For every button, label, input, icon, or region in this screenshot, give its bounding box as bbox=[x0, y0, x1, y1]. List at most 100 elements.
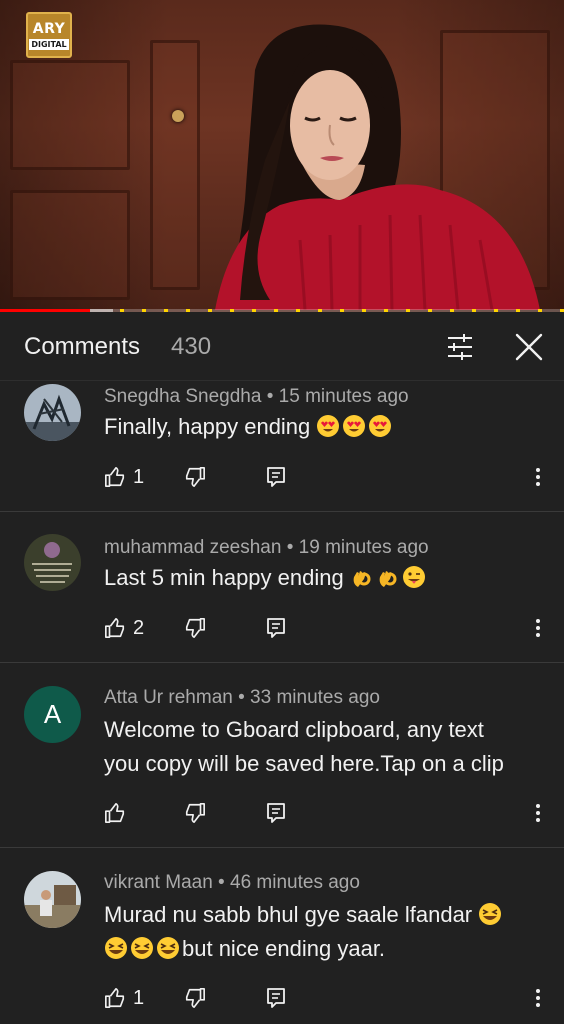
comment-more-button[interactable] bbox=[528, 983, 548, 1013]
dislike-button[interactable] bbox=[184, 983, 266, 1013]
like-count: 2 bbox=[133, 616, 145, 639]
ad-marker bbox=[494, 309, 498, 312]
ad-marker bbox=[428, 309, 432, 312]
comment-more-button[interactable] bbox=[528, 613, 548, 643]
tune-icon bbox=[448, 334, 472, 360]
separator-dot: • bbox=[212, 872, 230, 893]
comment-item: Snegdha Snegdha • 15 minutes ago Finally… bbox=[0, 382, 564, 512]
ok-hand-emoji-icon bbox=[353, 571, 371, 587]
thumb-down-icon bbox=[185, 618, 205, 638]
like-count: 1 bbox=[133, 465, 145, 488]
comment-item: A Atta Ur rehman • 33 minutes ago Welcom… bbox=[0, 663, 564, 848]
close-comments-button[interactable] bbox=[512, 330, 546, 364]
video-player[interactable]: ARY DIGITAL bbox=[0, 0, 564, 312]
comment-body-line: you copy will be saved here.Tap on a cli… bbox=[104, 751, 504, 776]
heart-eyes-emoji-icon bbox=[369, 415, 392, 437]
reply-icon bbox=[267, 467, 285, 487]
like-button[interactable]: 2 bbox=[104, 613, 184, 643]
like-button[interactable] bbox=[104, 798, 184, 828]
comment-time: 15 minutes ago bbox=[278, 386, 409, 407]
reply-button[interactable] bbox=[266, 613, 286, 643]
comment-text: Last 5 min happy ending bbox=[104, 561, 544, 595]
comment-author-line: vikrant Maan • 46 minutes ago bbox=[104, 872, 360, 894]
laughing-emoji-icon bbox=[105, 937, 127, 959]
ad-marker bbox=[362, 309, 366, 312]
thumb-up-icon bbox=[105, 803, 125, 823]
separator-dot: • bbox=[232, 687, 251, 708]
comment-time: 19 minutes ago bbox=[298, 537, 429, 558]
comment-body-line-2: but nice ending yaar. bbox=[104, 932, 544, 966]
ad-marker bbox=[164, 309, 168, 312]
avatar-photo bbox=[24, 384, 81, 441]
thumb-up-icon bbox=[105, 467, 125, 487]
reply-icon bbox=[267, 988, 285, 1008]
reply-icon bbox=[267, 803, 285, 823]
comment-body: Last 5 min happy ending bbox=[104, 565, 344, 590]
comment-item: vikrant Maan • 46 minutes ago Murad nu s… bbox=[0, 848, 564, 1024]
video-frame-figure bbox=[215, 24, 540, 311]
avatar[interactable] bbox=[24, 534, 81, 591]
like-count: 1 bbox=[133, 986, 145, 1009]
reply-button[interactable] bbox=[266, 462, 286, 492]
ad-marker bbox=[274, 309, 278, 312]
comment-body: Finally, happy ending bbox=[104, 414, 311, 439]
dislike-button[interactable] bbox=[184, 462, 266, 492]
avatar[interactable] bbox=[24, 871, 81, 928]
thumb-up-icon bbox=[105, 618, 125, 638]
ad-marker bbox=[142, 309, 146, 312]
dislike-button[interactable] bbox=[184, 798, 266, 828]
more-vert-icon bbox=[536, 468, 540, 486]
like-button[interactable]: 1 bbox=[104, 462, 184, 492]
ad-marker bbox=[516, 309, 520, 312]
reply-button[interactable] bbox=[266, 798, 286, 828]
more-vert-icon bbox=[536, 989, 540, 1007]
heart-eyes-emoji-icon bbox=[343, 415, 366, 437]
comment-author[interactable]: muhammad zeeshan bbox=[104, 537, 281, 558]
comment-body: but nice ending yaar. bbox=[182, 936, 386, 961]
ad-marker bbox=[384, 309, 388, 312]
ad-marker bbox=[560, 309, 564, 312]
sort-filter-button[interactable] bbox=[442, 330, 478, 364]
comment-text: Finally, happy ending bbox=[104, 410, 544, 444]
like-button[interactable]: 1 bbox=[104, 983, 184, 1013]
comment-item: muhammad zeeshan • 19 minutes ago Last 5… bbox=[0, 512, 564, 663]
avatar[interactable] bbox=[24, 384, 81, 441]
separator-dot: • bbox=[281, 537, 299, 558]
dislike-button[interactable] bbox=[184, 613, 266, 643]
comment-actions: 1 bbox=[104, 983, 286, 1013]
comment-actions: 1 bbox=[104, 462, 286, 492]
comment-author-line: Snegdha Snegdha • 15 minutes ago bbox=[104, 386, 409, 408]
avatar-photo bbox=[24, 871, 81, 928]
comment-author[interactable]: vikrant Maan bbox=[104, 872, 213, 893]
comment-time: 46 minutes ago bbox=[230, 872, 360, 893]
comment-author[interactable]: Atta Ur rehman bbox=[104, 687, 233, 708]
channel-logo-subtext: DIGITAL bbox=[29, 38, 69, 50]
channel-logo: ARY DIGITAL bbox=[26, 12, 72, 58]
comment-list[interactable]: Snegdha Snegdha • 15 minutes ago Finally… bbox=[0, 382, 564, 1024]
video-progress-bar[interactable] bbox=[0, 309, 564, 312]
comment-author-line: muhammad zeeshan • 19 minutes ago bbox=[104, 537, 429, 559]
comment-body: Murad nu sabb bhul gye saale lfandar bbox=[104, 902, 473, 927]
ad-marker bbox=[538, 309, 542, 312]
avatar-photo bbox=[24, 534, 81, 591]
reply-icon bbox=[267, 618, 285, 638]
comments-count: 430 bbox=[171, 333, 212, 360]
ad-marker bbox=[120, 309, 124, 312]
more-vert-icon bbox=[536, 619, 540, 637]
comment-more-button[interactable] bbox=[528, 798, 548, 828]
comment-actions bbox=[104, 798, 286, 828]
thumb-up-icon bbox=[105, 988, 125, 1008]
reply-button[interactable] bbox=[266, 983, 286, 1013]
channel-logo-text: ARY bbox=[32, 20, 66, 37]
avatar[interactable]: A bbox=[24, 686, 81, 743]
comments-title: Comments bbox=[24, 333, 141, 360]
comment-time: 33 minutes ago bbox=[250, 687, 380, 708]
comment-text: Welcome to Gboard clipboard, any text yo… bbox=[104, 713, 544, 781]
comment-author[interactable]: Snegdha Snegdha bbox=[104, 386, 261, 407]
close-icon bbox=[515, 333, 543, 361]
comment-more-button[interactable] bbox=[528, 462, 548, 492]
ad-markers bbox=[0, 309, 564, 312]
thumb-down-icon bbox=[185, 988, 205, 1008]
ad-marker bbox=[252, 309, 256, 312]
laughing-emoji-icon bbox=[157, 937, 179, 959]
